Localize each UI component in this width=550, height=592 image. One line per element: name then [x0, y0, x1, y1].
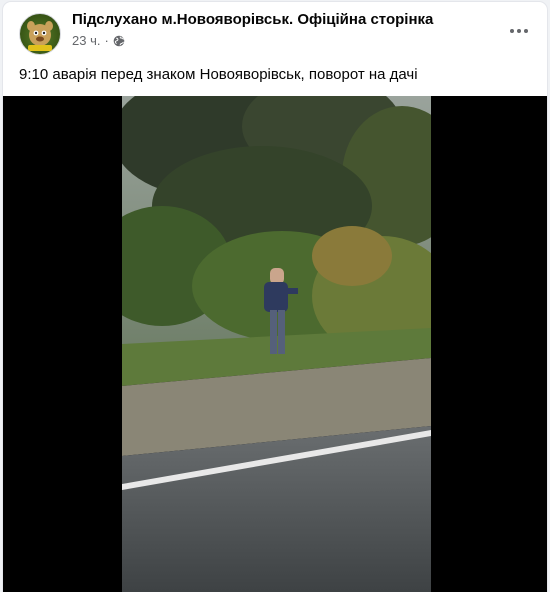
more-options-button[interactable] — [505, 20, 533, 42]
more-options-icon — [510, 29, 514, 33]
page-name-link[interactable]: Підслухано м.Новояворівськ. Офіційна сто… — [72, 11, 433, 28]
page-logo-icon — [27, 21, 53, 51]
video-frame[interactable] — [122, 96, 431, 592]
post-meta: 23 ч. · — [72, 33, 125, 48]
post-card: Підслухано м.Новояворівськ. Офіційна сто… — [3, 2, 547, 592]
more-options-icon-dot — [517, 29, 521, 33]
post-timestamp[interactable]: 23 ч. — [72, 33, 100, 48]
more-options-icon-dot — [524, 29, 528, 33]
meta-separator: · — [104, 33, 109, 48]
post-text: 9:10 аварія перед знаком Новояворівськ, … — [19, 66, 418, 83]
globe-icon[interactable] — [113, 35, 125, 47]
page-avatar[interactable] — [19, 13, 61, 55]
video-player[interactable] — [3, 96, 547, 592]
video-thumbnail — [122, 96, 431, 592]
